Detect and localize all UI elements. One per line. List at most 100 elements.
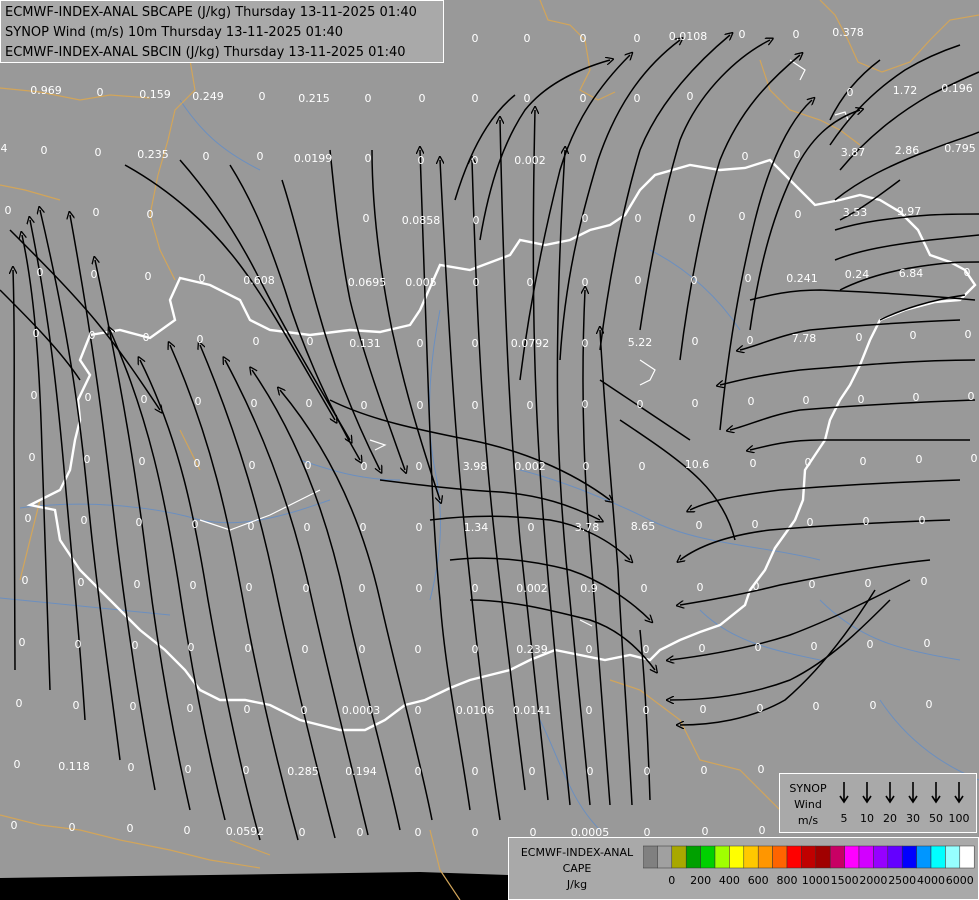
cape-value-label: 0.0792 bbox=[511, 337, 550, 350]
cape-value-label: 10.6 bbox=[685, 458, 710, 471]
cape-value-label: 0 bbox=[85, 391, 92, 404]
cape-value-label: 0 bbox=[84, 453, 91, 466]
cape-value-label: 0 bbox=[127, 822, 134, 835]
cape-value-label: 0 bbox=[16, 697, 23, 710]
cape-value-label: 0 bbox=[365, 92, 372, 105]
cape-value-label: 0 bbox=[19, 636, 26, 649]
cape-color-swatch bbox=[714, 845, 730, 869]
cape-scale-label: 6000 bbox=[946, 874, 974, 887]
cape-value-label: 0 bbox=[415, 643, 422, 656]
cape-value-label: 0 bbox=[910, 329, 917, 342]
cape-value-label: 0 bbox=[856, 331, 863, 344]
cape-value-label: 0 bbox=[302, 643, 309, 656]
cape-value-label: 0.378 bbox=[832, 26, 864, 39]
cape-value-label: 0 bbox=[359, 643, 366, 656]
cape-value-label: 0 bbox=[699, 642, 706, 655]
cape-value-label: 0 bbox=[415, 765, 422, 778]
cape-color-legend: ECMWF-INDEX-ANAL CAPE J/kg 0 200 400 600 800… bbox=[508, 837, 979, 900]
cape-value-label: 3.78 bbox=[575, 521, 600, 534]
cape-value-label: 0 bbox=[245, 642, 252, 655]
cape-value-label: 0.002 bbox=[514, 460, 546, 473]
cape-value-label: 0 bbox=[586, 704, 593, 717]
cape-value-label: 0 bbox=[750, 457, 757, 470]
synop-speed-label: 50 bbox=[929, 812, 943, 825]
cape-value-label: 0 bbox=[635, 212, 642, 225]
cape-value-label: 0 bbox=[691, 274, 698, 287]
cape-value-label: 0.002 bbox=[516, 582, 548, 595]
cape-legend-unit: J/kg bbox=[566, 878, 588, 891]
synop-speed-label: 100 bbox=[949, 812, 970, 825]
cape-color-swatch bbox=[757, 845, 773, 869]
cape-color-swatch bbox=[643, 845, 658, 869]
cape-value-label: 0 bbox=[926, 698, 933, 711]
cape-value-label: 0 bbox=[687, 90, 694, 103]
cape-value-label: 0.0199 bbox=[294, 152, 333, 165]
synop-speed-label: 20 bbox=[883, 812, 897, 825]
cape-value-label: 0 bbox=[472, 154, 479, 167]
cape-value-label: 0 bbox=[416, 582, 423, 595]
cape-value-label: 0 bbox=[803, 394, 810, 407]
cape-value-label: 0.159 bbox=[139, 88, 171, 101]
cape-value-label: 5.22 bbox=[628, 336, 653, 349]
cape-value-label: 0 bbox=[867, 638, 874, 651]
cape-value-label: 0 bbox=[130, 700, 137, 713]
title-sbcin: ECMWF-INDEX-ANAL SBCIN (J/kg) Thursday 1… bbox=[5, 45, 406, 60]
cape-value-label: 0 bbox=[692, 397, 699, 410]
cape-value-label: 0 bbox=[244, 703, 251, 716]
cape-value-label: 0 bbox=[305, 459, 312, 472]
cape-scale-label: 400 bbox=[719, 874, 740, 887]
cape-value-label: 0 bbox=[187, 702, 194, 715]
cape-value-label: 0 bbox=[416, 460, 423, 473]
cape-value-label: 0 bbox=[739, 210, 746, 223]
cape-value-label: 0 bbox=[132, 639, 139, 652]
title-box: ECMWF-INDEX-ANAL SBCAPE (J/kg) Thursday … bbox=[0, 0, 444, 63]
cape-scale-label: 600 bbox=[748, 874, 769, 887]
cape-value-label: 0 bbox=[971, 452, 978, 465]
cape-value-label: 0 bbox=[865, 577, 872, 590]
cape-value-label: 6.84 bbox=[899, 267, 924, 280]
cape-value-label: 0 bbox=[580, 92, 587, 105]
cape-value-label: 0 bbox=[919, 514, 926, 527]
cape-value-label: 0 bbox=[863, 515, 870, 528]
cape-value-label: 0.249 bbox=[192, 90, 224, 103]
synop-speed-arrow bbox=[931, 782, 941, 804]
cape-color-swatch bbox=[815, 845, 831, 869]
cape-value-label: 3.98 bbox=[463, 460, 488, 473]
synop-speed-arrow bbox=[908, 782, 918, 804]
cape-value-label: 0 bbox=[75, 638, 82, 651]
cape-value-label: 7.78 bbox=[792, 332, 817, 345]
cape-value-label: 0.0141 bbox=[513, 704, 552, 717]
cape-value-label: 0 bbox=[307, 335, 314, 348]
cape-color-swatch bbox=[858, 845, 874, 869]
cape-value-label: 0 bbox=[97, 86, 104, 99]
synop-speed-arrow bbox=[839, 782, 849, 804]
cape-value-label: 0 bbox=[306, 397, 313, 410]
cape-value-label: 0 bbox=[580, 32, 587, 45]
synop-legend-subtitle: Wind bbox=[794, 798, 822, 811]
synop-speed-label: 10 bbox=[860, 812, 874, 825]
cape-value-label: 0 bbox=[527, 276, 534, 289]
cape-value-label: 0 bbox=[11, 819, 18, 832]
cape-value-label: 0 bbox=[644, 765, 651, 778]
cape-value-label: 0 bbox=[795, 208, 802, 221]
cape-value-label: 0 bbox=[365, 152, 372, 165]
cape-value-label: 0 bbox=[472, 582, 479, 595]
cape-value-label: 0 bbox=[417, 399, 424, 412]
cape-value-label: 0 bbox=[701, 764, 708, 777]
cape-value-label: 0 bbox=[141, 393, 148, 406]
cape-value-label: 0 bbox=[37, 266, 44, 279]
cape-value-label: 0 bbox=[794, 148, 801, 161]
cape-value-label: 0.118 bbox=[58, 760, 90, 773]
cape-value-label: 0.241 bbox=[786, 272, 818, 285]
cape-color-swatch bbox=[743, 845, 759, 869]
cape-value-label: 0.795 bbox=[944, 142, 976, 155]
cape-color-swatch bbox=[801, 845, 817, 869]
cape-value-label: 0 bbox=[747, 334, 754, 347]
cape-value-label: 0 bbox=[29, 451, 36, 464]
cape-value-label: 0 bbox=[361, 460, 368, 473]
cape-color-swatch bbox=[657, 845, 673, 869]
cape-value-label: 0 bbox=[143, 331, 150, 344]
cape-value-label: 0 bbox=[128, 761, 135, 774]
title-synop-wind: SYNOP Wind (m/s) 10m Thursday 13-11-2025… bbox=[5, 25, 344, 40]
cape-value-label: 9.97 bbox=[897, 205, 922, 218]
